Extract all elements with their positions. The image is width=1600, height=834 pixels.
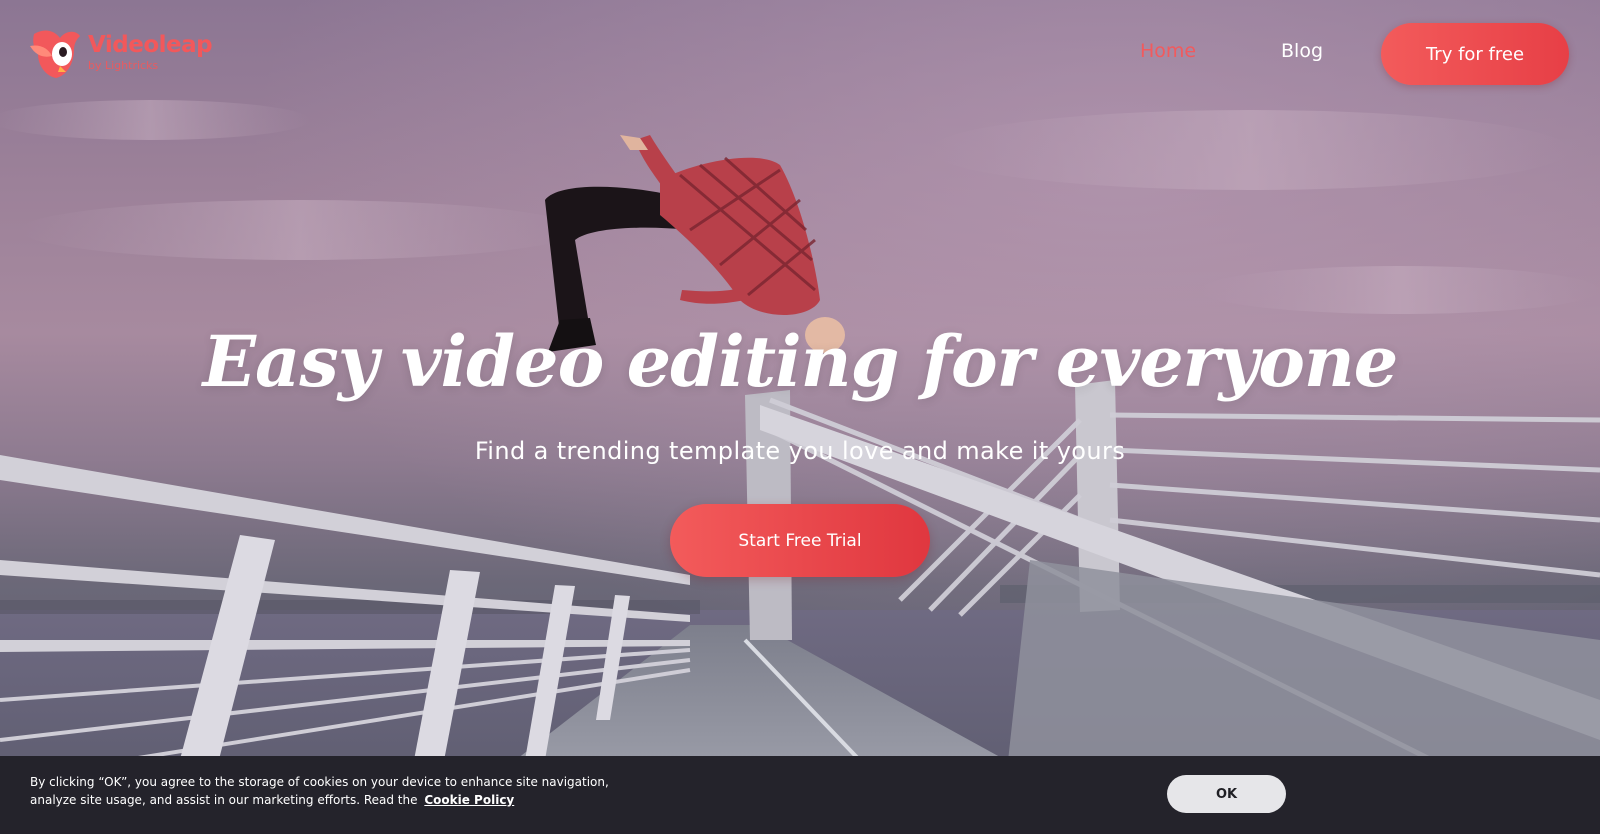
hero-title: Easy video editing for everyone xyxy=(202,320,1399,403)
hero-subtitle: Find a trending template you love and ma… xyxy=(474,437,1126,465)
brand-name: Videoleap xyxy=(88,31,213,58)
landing-page: Videoleap by Lightricks Home Blog Try fo… xyxy=(0,0,1600,834)
cookie-policy-link[interactable]: Cookie Policy xyxy=(424,793,514,807)
hero-background-image xyxy=(0,0,1600,834)
nav-link-home[interactable]: Home xyxy=(1140,40,1196,62)
try-for-free-button[interactable]: Try for free xyxy=(1381,23,1569,85)
cookie-ok-button[interactable]: OK xyxy=(1167,775,1286,813)
nav-link-blog[interactable]: Blog xyxy=(1281,40,1323,62)
cookie-message-text: By clicking “OK”, you agree to the stora… xyxy=(30,775,609,807)
cookie-message: By clicking “OK”, you agree to the stora… xyxy=(30,773,650,809)
top-navbar: Videoleap by Lightricks Home Blog Try fo… xyxy=(0,0,1600,106)
brand-byline: by Lightricks xyxy=(88,58,159,72)
cookie-banner: By clicking “OK”, you agree to the stora… xyxy=(0,756,1600,834)
brand-logo[interactable]: Videoleap by Lightricks xyxy=(30,24,213,80)
videoleap-bird-logo-icon xyxy=(30,30,80,78)
start-free-trial-button[interactable]: Start Free Trial xyxy=(670,504,930,577)
